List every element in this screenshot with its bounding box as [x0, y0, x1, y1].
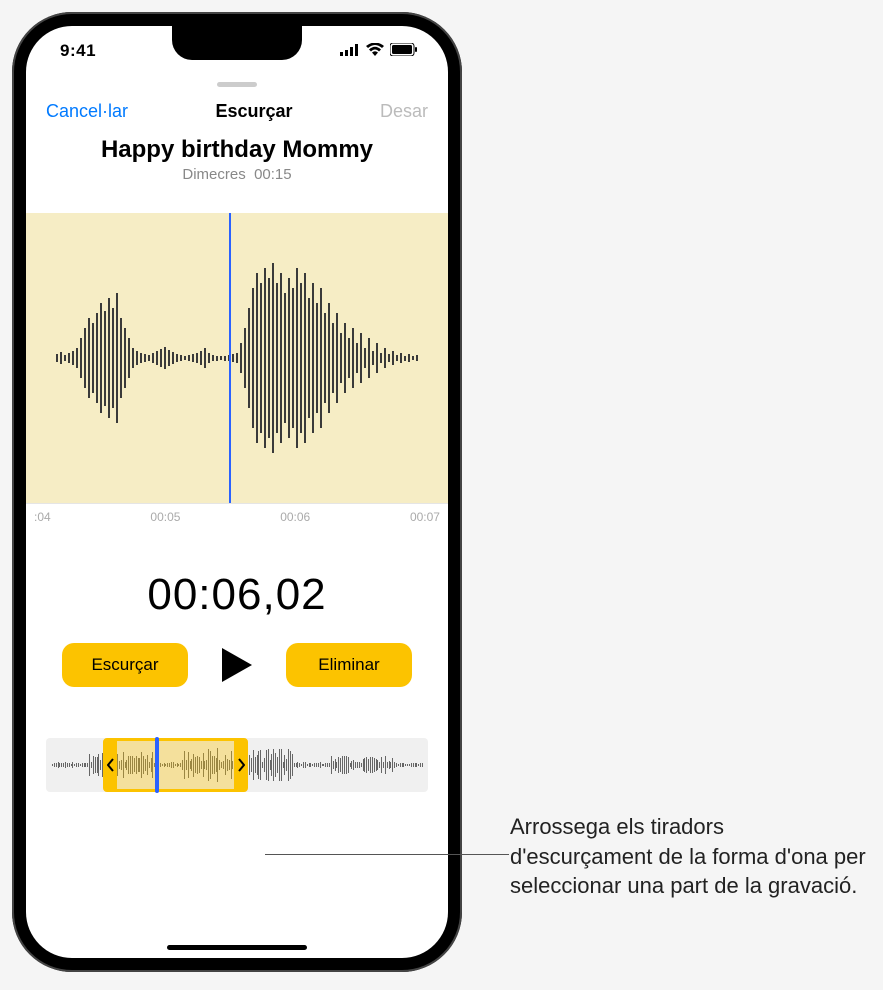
play-icon [220, 646, 254, 684]
save-button[interactable]: Desar [380, 101, 428, 122]
trim-selection[interactable] [103, 738, 248, 792]
recording-meta: Dimecres 00:15 [26, 166, 448, 183]
ruler-tick: :04 [34, 510, 51, 524]
phone-screen: 9:41 Cancel·lar Escurçar Desar Happy bir… [26, 26, 448, 958]
time-ruler: :04 00:05 00:06 00:07 [26, 503, 448, 530]
phone-frame: 9:41 Cancel·lar Escurçar Desar Happy bir… [12, 12, 462, 972]
recording-day: Dimecres [182, 166, 245, 183]
ruler-tick: 00:07 [410, 510, 440, 524]
playhead[interactable] [229, 213, 231, 503]
trim-playhead[interactable] [155, 737, 159, 793]
trim-button[interactable]: Escurçar [62, 643, 188, 687]
chevron-left-icon [107, 758, 114, 772]
ruler-tick: 00:05 [150, 510, 180, 524]
home-indicator[interactable] [167, 945, 307, 950]
nav-bar: Cancel·lar Escurçar Desar [26, 87, 448, 132]
status-time: 9:41 [60, 41, 96, 61]
battery-icon [390, 41, 418, 61]
trim-strip[interactable] [46, 738, 428, 792]
play-button[interactable] [212, 640, 262, 690]
cancel-button[interactable]: Cancel·lar [46, 101, 128, 122]
delete-button[interactable]: Eliminar [286, 643, 412, 687]
wifi-icon [366, 41, 384, 61]
waveform-main[interactable] [26, 213, 448, 503]
recording-duration: 00:15 [254, 166, 292, 183]
status-icons [340, 41, 418, 61]
nav-title: Escurçar [215, 101, 292, 122]
waveform-bars [26, 213, 448, 503]
playback-timer: 00:06,02 [26, 570, 448, 620]
controls-row: Escurçar Eliminar [26, 640, 448, 690]
recording-title: Happy birthday Mommy [26, 136, 448, 164]
trim-handle-left[interactable] [103, 741, 117, 789]
callout-leader-line [265, 854, 509, 855]
status-bar: 9:41 [26, 26, 448, 76]
ruler-tick: 00:06 [280, 510, 310, 524]
chevron-right-icon [238, 758, 245, 772]
callout-text: Arrossega els tiradors d'escurçament de … [510, 812, 870, 901]
cellular-icon [340, 41, 360, 61]
trim-handle-right[interactable] [234, 741, 248, 789]
